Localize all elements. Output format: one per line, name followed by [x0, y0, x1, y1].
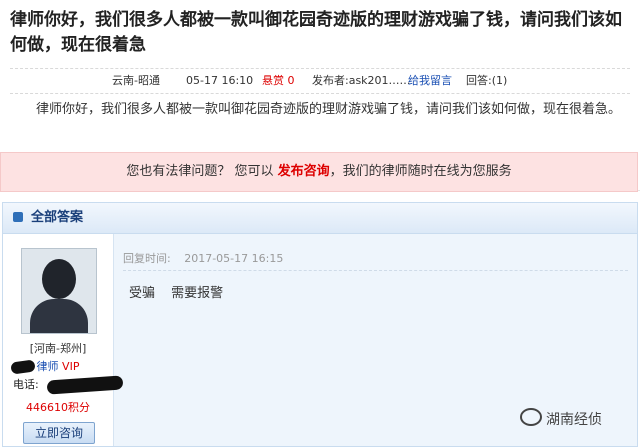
wechat-icon — [520, 408, 542, 426]
question-title: 律师你好，我们很多人都被一款叫御花园奇迹版的理财游戏骗了钱，请问我们该如何做，现… — [10, 10, 622, 55]
question-panel: 律师你好，我们很多人都被一款叫御花园奇迹版的理财游戏骗了钱，请问我们该如何做，现… — [0, 0, 640, 192]
question-location: 云南-昭通 — [112, 74, 160, 87]
lawyer-title-text: 律师 — [36, 360, 59, 373]
question-date: 05-17 16:10 — [186, 74, 254, 87]
publish-consult-link[interactable]: 发布咨询 — [278, 164, 330, 179]
consult-now-button[interactable]: 立即咨询 — [23, 422, 95, 444]
publisher: 发布者:ask201…… — [312, 74, 411, 87]
reply-time-label: 回复时间: — [123, 252, 171, 265]
lawyer-region: [河南-郑州] — [29, 342, 87, 355]
question-meta: 云南-昭通 05-17 16:10 悬赏 0 发布者:ask201…… 给我留言… — [10, 68, 630, 94]
answer-count: 回答:(1) — [466, 74, 508, 87]
lawyer-card: [河南-郑州] 律师 VIP 电话: 446610积分 立即咨询 — [3, 234, 124, 446]
avatar-body-shape — [30, 299, 88, 333]
avatar[interactable] — [21, 248, 97, 334]
reward-badge: 悬赏 0 — [262, 74, 295, 87]
list-icon — [13, 212, 23, 222]
reply-time-row: 回复时间: 2017-05-17 16:15 — [123, 248, 628, 271]
reply-text: 受骗 需要报警 — [129, 286, 224, 301]
leave-message-link[interactable]: 给我留言 — [408, 69, 452, 93]
reply-time: 2017-05-17 16:15 — [184, 252, 284, 265]
watermark-text: 湖南经侦 — [546, 412, 602, 428]
avatar-head-shape — [42, 259, 76, 299]
answers-header: 全部答案 — [3, 203, 637, 234]
consult-prefix: 您也有法律问题？ 您可以 — [126, 164, 274, 179]
watermark: 湖南经侦 — [520, 408, 638, 432]
lawyer-points: 446610积分 — [26, 401, 90, 414]
vip-badge: VIP — [62, 360, 80, 373]
consult-suffix: ，我们的律师随时在线为您服务 — [329, 164, 512, 179]
consult-banner: 您也有法律问题？ 您可以 发布咨询，我们的律师随时在线为您服务 — [0, 152, 638, 192]
question-body: 律师你好，我们很多人都被一款叫御花园奇迹版的理财游戏骗了钱，请问我们该如何做，现… — [36, 102, 622, 117]
answers-title: 全部答案 — [31, 210, 84, 225]
